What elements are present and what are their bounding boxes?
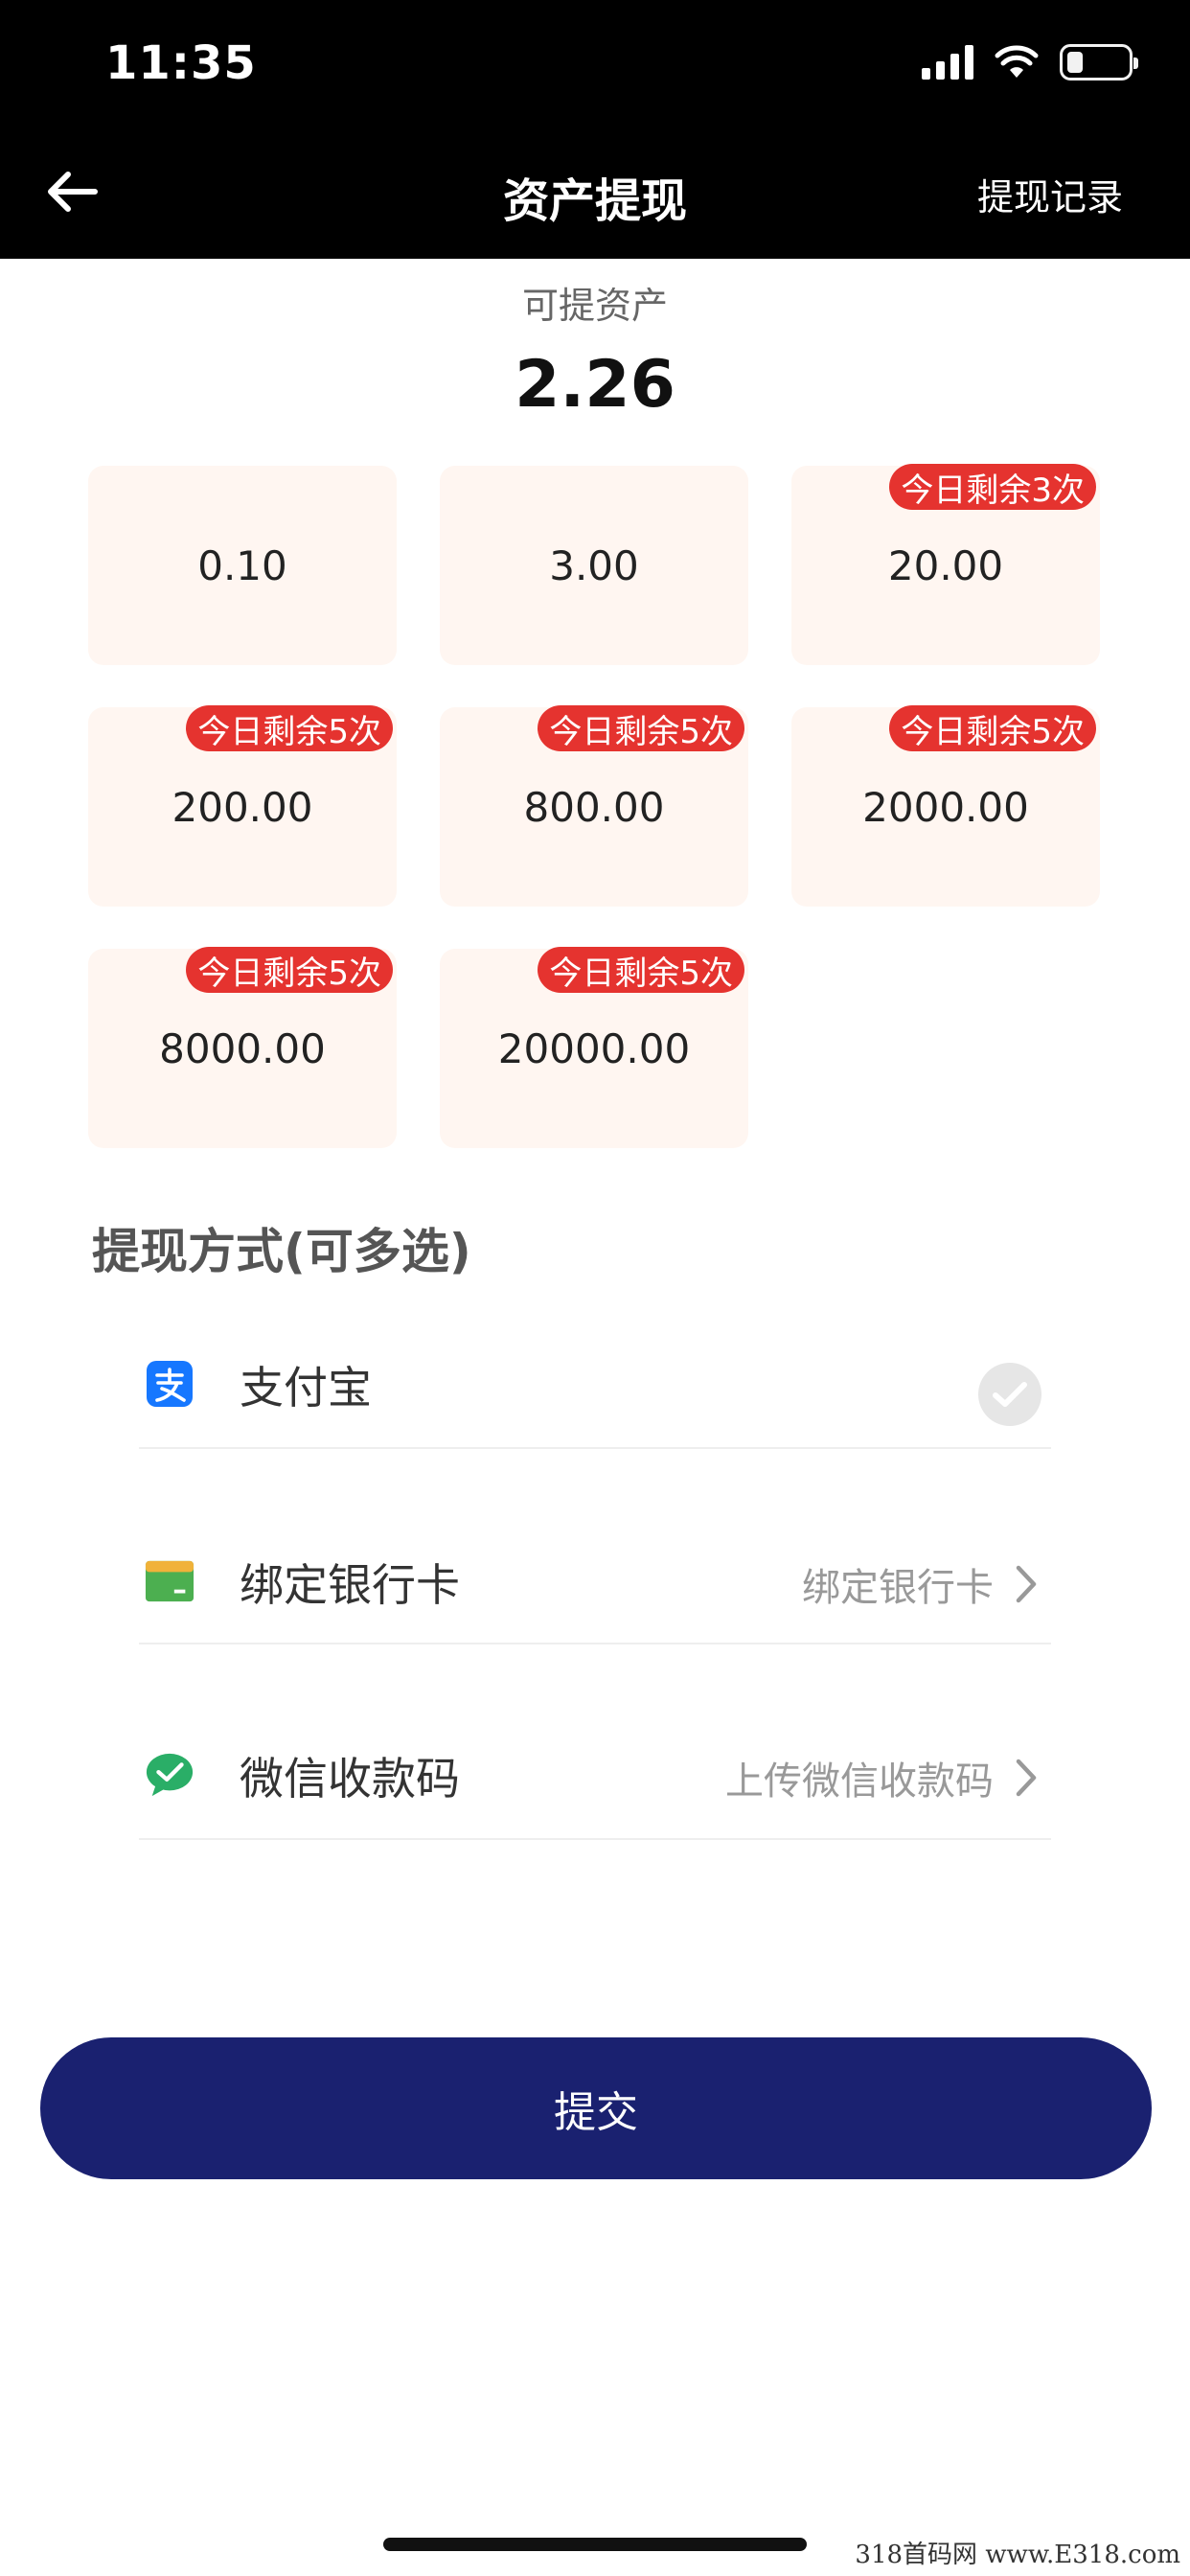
available-assets-label: 可提资产 [521,285,668,327]
withdraw-methods-title: 提现方式(可多选) [92,1224,471,1279]
wifi-icon [995,45,1039,78]
chevron-right-icon [1016,1759,1037,1797]
available-assets-value: 2.26 [515,347,675,423]
method-hint: 绑定银行卡 [802,1566,994,1610]
amount-option[interactable]: 今日剩余5次 2000.00 [791,705,1100,907]
amount-value: 800.00 [523,783,665,831]
amount-option[interactable]: 今日剩余5次 200.00 [88,705,397,907]
withdraw-records-link[interactable]: 提现记录 [977,168,1123,220]
watermark: 318首码网 www.E318.com [855,2541,1180,2569]
amount-value: 0.10 [197,541,287,589]
cellular-signal-icon [922,45,973,80]
home-indicator[interactable] [383,2538,807,2551]
remaining-count-badge: 今日剩余5次 [186,947,393,993]
remaining-count-badge: 今日剩余5次 [186,705,393,751]
alipay-icon [145,1359,195,1409]
status-time: 11:35 [105,36,257,90]
submit-button[interactable]: 提交 [40,2037,1152,2179]
chevron-right-icon [1016,1565,1037,1603]
bank-card-icon [145,1556,195,1606]
amount-option[interactable]: 今日剩余5次 20000.00 [440,947,748,1148]
wechat-icon [145,1750,195,1800]
remaining-count-badge: 今日剩余3次 [889,464,1096,510]
method-alipay[interactable]: 支付宝 [139,1334,1051,1449]
amount-option[interactable]: 今日剩余3次 20.00 [791,464,1100,665]
amount-value: 200.00 [172,783,313,831]
selected-check-icon[interactable] [978,1363,1041,1426]
amount-value: 20.00 [887,541,1004,589]
amount-option[interactable]: 3.00 [440,466,748,665]
method-label: 支付宝 [240,1362,372,1414]
remaining-count-badge: 今日剩余5次 [889,705,1096,751]
remaining-count-badge: 今日剩余5次 [538,947,744,993]
amount-value: 3.00 [549,541,639,589]
amount-option[interactable]: 今日剩余5次 8000.00 [88,947,397,1148]
amount-option[interactable]: 0.10 [88,466,397,665]
method-label: 绑定银行卡 [240,1559,460,1611]
amount-value: 20000.00 [497,1024,691,1072]
status-icons [922,42,1138,82]
amount-option[interactable]: 今日剩余5次 800.00 [440,705,748,907]
method-bank-card[interactable]: 绑定银行卡 绑定银行卡 [139,1531,1051,1644]
method-wechat[interactable]: 微信收款码 上传微信收款码 [139,1725,1051,1840]
method-hint: 上传微信收款码 [725,1760,994,1804]
amount-value: 8000.00 [159,1024,326,1072]
remaining-count-badge: 今日剩余5次 [538,705,744,751]
amount-value: 2000.00 [862,783,1029,831]
top-bar: 11:35 资产提现 提现记录 [0,0,1190,259]
method-label: 微信收款码 [240,1753,460,1805]
battery-icon [1060,44,1138,80]
